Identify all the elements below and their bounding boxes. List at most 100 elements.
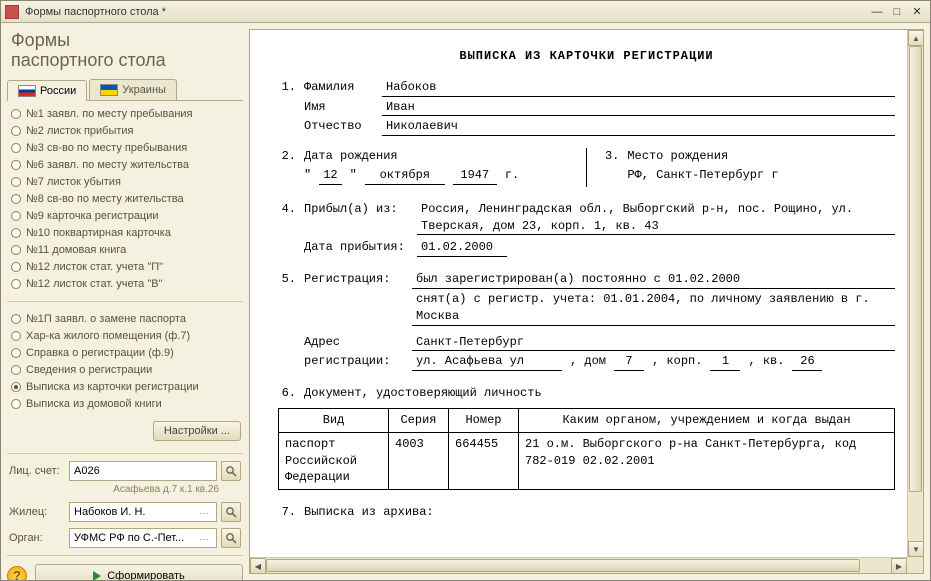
organ-value: УФМС РФ по С.-Пет... (74, 532, 184, 544)
radio-icon (11, 228, 21, 238)
form-radio-item[interactable]: №8 св-во по месту жительства (9, 192, 241, 206)
forms-group-2: №1П заявл. о замене паспорта Хар-ка жилог… (7, 306, 243, 417)
form-radio-label: №12 листок стат. учета "В" (26, 278, 163, 290)
organ-search-button[interactable] (221, 528, 241, 548)
radio-icon (11, 177, 21, 187)
addr-city: Санкт-Петербург (412, 334, 895, 352)
th-series: Серия (389, 408, 449, 432)
form-radio-label: №6 заявл. по месту жительства (26, 159, 189, 171)
form-radio-item[interactable]: Сведения о регистрации (9, 363, 241, 377)
dob-day: 12 (319, 167, 341, 185)
tab-ukraine[interactable]: Украины (89, 79, 177, 100)
left-panel: Формы паспортного стола России Украины №… (7, 29, 243, 574)
app-icon (5, 5, 19, 19)
form-radio-item[interactable]: №7 листок убытия (9, 175, 241, 189)
radio-icon (11, 211, 21, 221)
radio-icon (11, 348, 21, 358)
form-radio-label: №11 домовая книга (26, 244, 126, 256)
window-title: Формы паспортного стола * (25, 6, 868, 18)
td-series: 4003 (389, 432, 449, 489)
form-radio-item[interactable]: №2 листок прибытия (9, 124, 241, 138)
form-radio-item[interactable]: №1 заявл. по месту пребывания (9, 107, 241, 121)
settings-button[interactable]: Настройки ... (153, 421, 241, 441)
generate-button[interactable]: Сформировать (35, 564, 243, 580)
section-number: 4. (278, 201, 296, 236)
td-issued: 21 о.м. Выборгского р-на Санкт-Петербург… (519, 432, 895, 489)
addr-label-1: Адрес (304, 334, 404, 352)
generate-button-label: Сформировать (107, 570, 185, 580)
tenant-value: Набоков И. Н. (74, 506, 145, 518)
form-radio-item[interactable]: №10 поквартирная карточка (9, 226, 241, 240)
flag-ukraine-icon (100, 84, 118, 96)
magnifier-icon (225, 532, 237, 544)
form-radio-item[interactable]: №3 св-во по месту пребывания (9, 141, 241, 155)
account-search-button[interactable] (221, 461, 241, 481)
scroll-up-button[interactable]: ▲ (908, 30, 923, 46)
horizontal-scrollbar[interactable]: ◀ ▶ (250, 557, 907, 573)
help-icon[interactable]: ? (7, 566, 27, 580)
form-radio-label: №1П заявл. о замене паспорта (26, 313, 186, 325)
maximize-button[interactable]: □ (888, 4, 906, 20)
tab-russia-label: России (40, 85, 76, 97)
form-radio-item[interactable]: №12 листок стат. учета "П" (9, 260, 241, 274)
vertical-scrollbar[interactable]: ▲ ▼ (907, 30, 923, 557)
document-area: ВЫПИСКА ИЗ КАРТОЧКИ РЕГИСТРАЦИИ 1. Фамил… (249, 29, 924, 574)
scroll-right-button[interactable]: ▶ (891, 558, 907, 573)
radio-icon (11, 331, 21, 341)
form-radio-item[interactable]: №9 карточка регистрации (9, 209, 241, 223)
form-radio-item[interactable]: №1П заявл. о замене паспорта (9, 312, 241, 326)
organ-dropdown-button[interactable]: … (196, 529, 212, 547)
scrollbar-corner (907, 557, 923, 573)
form-radio-label: №3 св-во по месту пребывания (26, 142, 187, 154)
doc-section-label: Документ, удостоверяющий личность (304, 385, 542, 402)
organ-input[interactable]: УФМС РФ по С.-Пет... … (69, 528, 217, 548)
close-button[interactable]: ✕ (908, 4, 926, 20)
patronymic-label: Отчество (304, 118, 374, 136)
arrived-label: Прибыл(а) из: (304, 201, 409, 236)
td-kind: паспорт Российской Федерации (279, 432, 389, 489)
magnifier-icon (225, 465, 237, 477)
dob-year: 1947 (453, 167, 497, 185)
form-radio-label: №2 листок прибытия (26, 125, 134, 137)
scroll-down-button[interactable]: ▼ (908, 541, 923, 557)
form-radio-item[interactable]: №12 листок стат. учета "В" (9, 277, 241, 291)
form-radio-item[interactable]: Хар-ка жилого помещения (ф.7) (9, 329, 241, 343)
pob-value: РФ, Санкт-Петербург г (627, 167, 778, 184)
account-input[interactable]: А026 (69, 461, 217, 481)
scroll-left-button[interactable]: ◀ (250, 558, 266, 573)
form-radio-item[interactable]: №6 заявл. по месту жительства (9, 158, 241, 172)
form-radio-item[interactable]: Справка о регистрации (ф.9) (9, 346, 241, 360)
tab-russia[interactable]: России (7, 80, 87, 101)
tenant-search-button[interactable] (221, 502, 241, 522)
scroll-thumb-h[interactable] (266, 559, 860, 572)
dob-month: октября (365, 167, 445, 185)
radio-icon (11, 382, 21, 392)
radio-icon (11, 160, 21, 170)
reg-line2: снят(а) с регистр. учета: 01.01.2004, по… (412, 291, 895, 326)
td-number: 664455 (449, 432, 519, 489)
dob-label: Дата рождения (304, 148, 398, 165)
addr-house-label: , дом (570, 353, 606, 371)
form-radio-label: №8 св-во по месту жительства (26, 193, 184, 205)
radio-icon (11, 399, 21, 409)
tenant-input[interactable]: Набоков И. Н. … (69, 502, 217, 522)
form-radio-label: Выписка из карточки регистрации (26, 381, 199, 393)
radio-icon (11, 365, 21, 375)
radio-icon (11, 143, 21, 153)
form-radio-label: Сведения о регистрации (26, 364, 152, 376)
organ-label: Орган: (9, 532, 65, 544)
tenant-dropdown-button[interactable]: … (196, 503, 212, 521)
scroll-thumb-v[interactable] (909, 46, 922, 492)
th-number: Номер (449, 408, 519, 432)
form-radio-label: №10 поквартирная карточка (26, 227, 171, 239)
doc-title: ВЫПИСКА ИЗ КАРТОЧКИ РЕГИСТРАЦИИ (278, 48, 895, 65)
section-number: 7. (278, 504, 296, 521)
section-number: 5. (278, 271, 296, 289)
form-radio-item[interactable]: №11 домовая книга (9, 243, 241, 257)
form-radio-item[interactable]: Выписка из карточки регистрации (9, 380, 241, 394)
panel-title: Формы паспортного стола (7, 29, 243, 73)
radio-icon (11, 194, 21, 204)
minimize-button[interactable]: — (868, 4, 886, 20)
form-radio-item[interactable]: Выписка из домовой книги (9, 397, 241, 411)
form-radio-label: №9 карточка регистрации (26, 210, 159, 222)
